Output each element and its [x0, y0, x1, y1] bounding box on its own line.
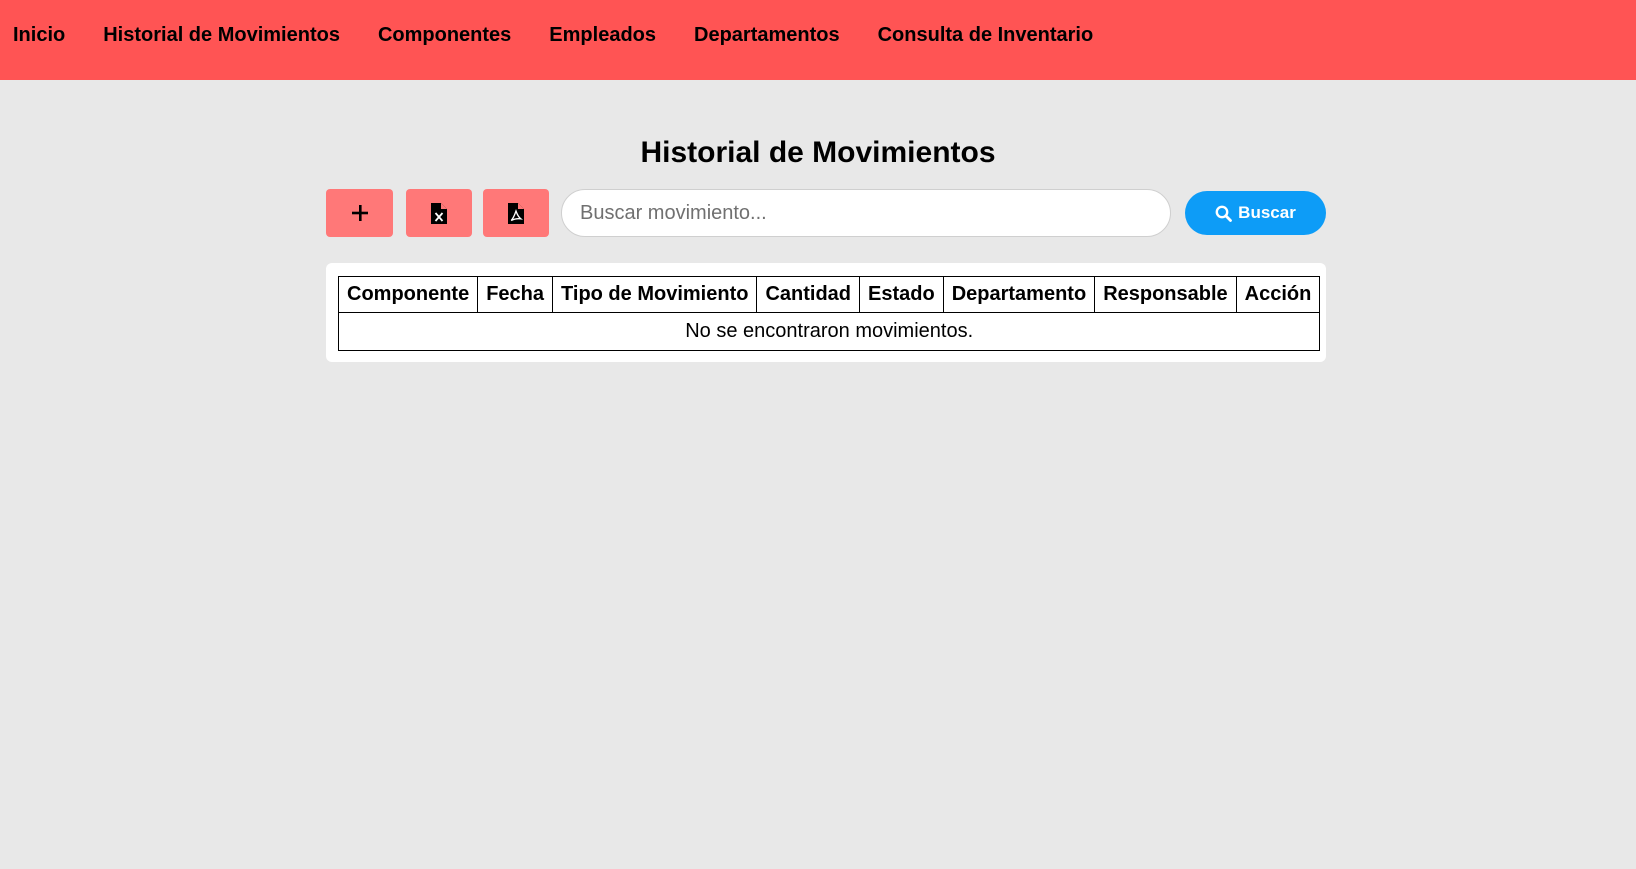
plus-icon	[351, 205, 368, 221]
nav-item-componentes[interactable]: Componentes	[378, 24, 511, 47]
file-excel-icon	[431, 202, 447, 224]
toolbar: Buscar	[326, 189, 1326, 237]
movements-table: Componente Fecha Tipo de Movimiento Cant…	[337, 276, 1321, 351]
nav-item-historial-movimientos[interactable]: Historial de Movimientos	[103, 24, 340, 47]
table-row-empty: No se encontraron movimientos.	[337, 312, 1321, 351]
movements-table-card: Componente Fecha Tipo de Movimiento Cant…	[326, 263, 1326, 362]
search-button-label: Buscar	[1238, 203, 1296, 222]
file-pdf-icon	[508, 202, 524, 224]
nav-item-empleados[interactable]: Empleados	[549, 24, 656, 47]
table-header-row: Componente Fecha Tipo de Movimiento Cant…	[337, 276, 1321, 313]
column-header-responsable: Responsable	[1094, 276, 1237, 313]
search-icon	[1215, 205, 1233, 222]
search-input[interactable]	[561, 189, 1171, 237]
column-header-departamento: Departamento	[942, 276, 1096, 313]
nav-item-departamentos[interactable]: Departamentos	[694, 24, 840, 47]
column-header-tipo-movimiento: Tipo de Movimiento	[552, 276, 758, 313]
column-header-componente: Componente	[337, 276, 479, 313]
column-header-accion: Acción	[1235, 276, 1321, 313]
column-header-estado: Estado	[859, 276, 944, 313]
column-header-fecha: Fecha	[477, 276, 554, 313]
search-button[interactable]: Buscar	[1185, 191, 1326, 235]
nav-item-inicio[interactable]: Inicio	[13, 24, 65, 47]
empty-table-message: No se encontraron movimientos.	[337, 312, 1321, 351]
export-pdf-button[interactable]	[483, 189, 549, 237]
add-movement-button[interactable]	[326, 189, 393, 237]
column-header-cantidad: Cantidad	[756, 276, 861, 313]
page-title: Historial de Movimientos	[640, 136, 996, 169]
nav-item-consulta-inventario[interactable]: Consulta de Inventario	[878, 24, 1094, 47]
top-navbar: Inicio Historial de Movimientos Componen…	[0, 0, 1636, 80]
export-excel-button[interactable]	[406, 189, 472, 237]
